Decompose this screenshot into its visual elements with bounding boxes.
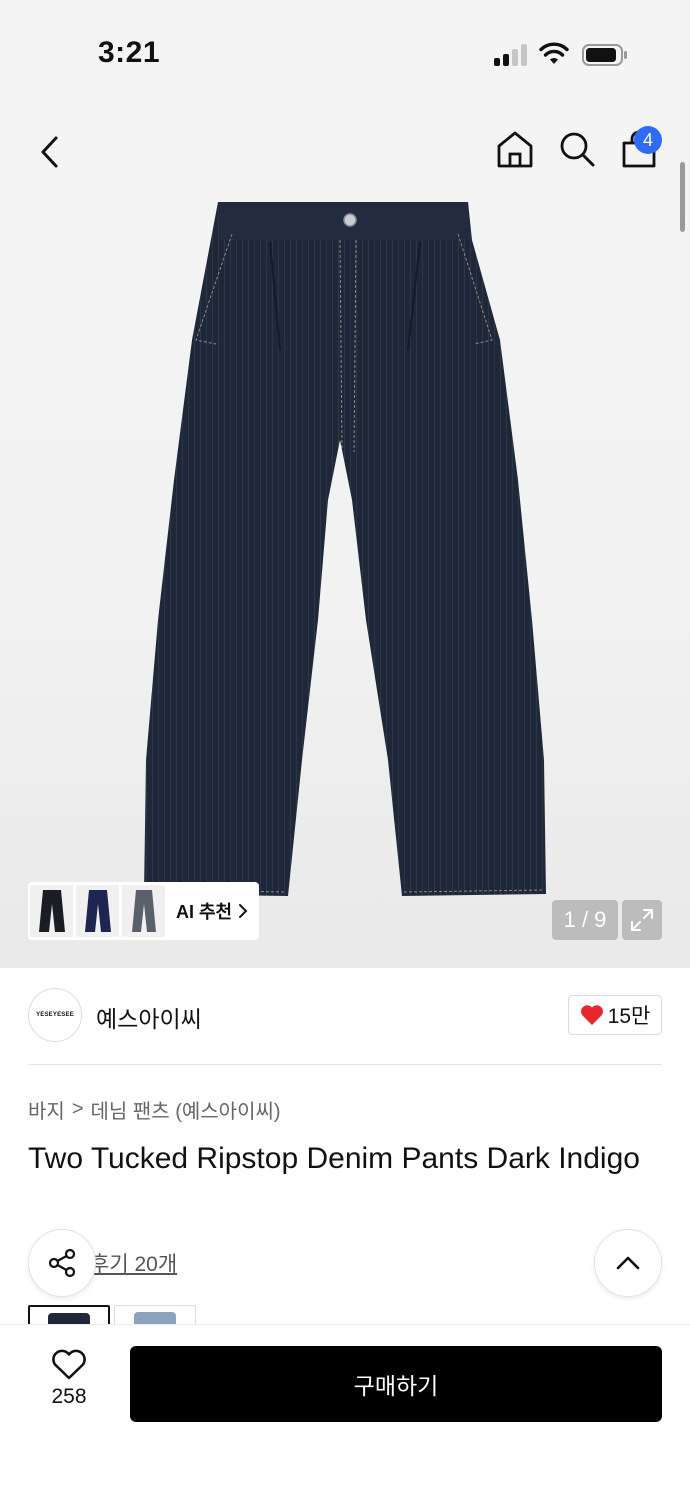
breadcrumb-subcategory[interactable]: 데님 팬츠 (예스아이씨) <box>91 1095 281 1124</box>
search-button[interactable] <box>554 126 600 172</box>
ai-thumb-1[interactable] <box>30 885 73 937</box>
chevron-left-icon <box>41 136 58 168</box>
home-icon <box>497 131 533 168</box>
bottom-action-bar: 258 구매하기 <box>0 1324 690 1500</box>
signal-icon <box>494 44 530 66</box>
scrollbar[interactable] <box>680 162 685 232</box>
breadcrumb-category[interactable]: 바지 <box>28 1095 65 1124</box>
buy-button[interactable]: 구매하기 <box>130 1346 662 1422</box>
brand-like-button[interactable]: 15만 <box>568 995 662 1035</box>
product-gallery[interactable]: 4 AI 추천 1 / 9 <box>0 100 690 968</box>
share-button[interactable] <box>28 1229 96 1297</box>
chevron-up-icon <box>616 1256 640 1270</box>
brand-like-count: 15만 <box>607 1005 651 1028</box>
share-icon <box>48 1248 76 1278</box>
pants-thumbnail-icon <box>38 890 65 932</box>
back-button[interactable] <box>28 130 72 174</box>
scroll-to-top-button[interactable] <box>594 1229 662 1297</box>
color-options <box>28 1305 200 1325</box>
wishlist-button[interactable]: 258 <box>28 1349 110 1419</box>
status-time: 3:21 <box>98 36 161 69</box>
pants-thumbnail-icon <box>131 890 156 932</box>
ai-thumb-3[interactable] <box>122 885 165 937</box>
ai-recommendation-button[interactable]: AI 추천 <box>28 882 259 940</box>
ai-thumb-2[interactable] <box>76 885 119 937</box>
color-option-dark[interactable] <box>28 1305 110 1325</box>
status-bar: 3:21 <box>0 0 690 100</box>
breadcrumb: 바지 > 데님 팬츠 (예스아이씨) <box>28 1095 281 1124</box>
expand-icon <box>631 909 653 931</box>
divider <box>28 1064 662 1065</box>
gallery-page-indicator: 1 / 9 <box>552 900 618 940</box>
brand-name[interactable]: 예스아이씨 <box>96 1000 202 1034</box>
chevron-right-icon <box>239 904 248 918</box>
home-button[interactable] <box>492 126 538 172</box>
battery-icon <box>582 44 627 66</box>
wifi-icon <box>539 42 569 64</box>
pants-thumbnail-icon <box>84 890 111 932</box>
product-image <box>144 202 546 896</box>
product-title: Two Tucked Ripstop Denim Pants Dark Indi… <box>28 1142 640 1175</box>
color-option-light[interactable] <box>114 1305 196 1325</box>
wishlist-count: 258 <box>51 1385 87 1408</box>
cart-count-badge: 4 <box>634 126 662 154</box>
brand-logo-text: YESEYESEE <box>36 1012 74 1018</box>
reviews-link[interactable]: 후기 20개 <box>90 1248 177 1278</box>
ai-recommendation-label: AI 추천 <box>176 902 233 922</box>
breadcrumb-separator: > <box>71 1098 84 1120</box>
heart-outline-icon <box>52 1349 86 1380</box>
brand-logo[interactable]: YESEYESEE <box>28 988 82 1042</box>
expand-image-button[interactable] <box>622 900 662 940</box>
brand-row[interactable]: YESEYESEE 예스아이씨 15만 <box>28 988 662 1044</box>
heart-filled-icon <box>580 1005 603 1025</box>
search-icon <box>560 132 595 167</box>
